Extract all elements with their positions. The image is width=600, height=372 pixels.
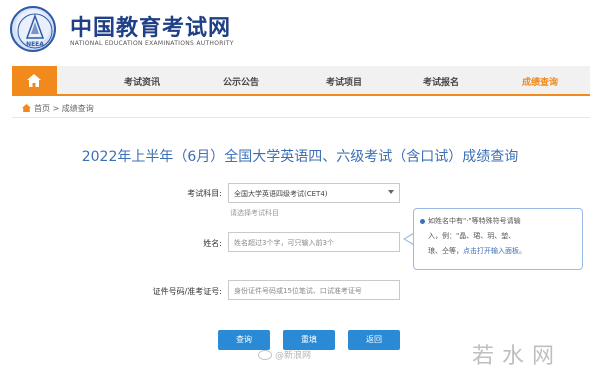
back-button[interactable]: 返回 bbox=[348, 330, 400, 350]
site-header: NEEA 中国教育考试网 NATIONAL EDUCATION EXAMINAT… bbox=[0, 0, 600, 62]
reset-button[interactable]: 重填 bbox=[283, 330, 335, 350]
tooltip-line-3-text: 琅、仝等， bbox=[428, 247, 463, 255]
id-number-input[interactable]: 身份证件号码或15位笔试、口试准考证号 bbox=[228, 280, 400, 300]
weibo-logo-icon bbox=[258, 350, 272, 360]
breadcrumb-home-link[interactable]: 首页 bbox=[34, 104, 50, 113]
breadcrumb-current: 成绩查询 bbox=[61, 104, 94, 113]
subject-hint: 请选择考试科目 bbox=[230, 209, 279, 217]
breadcrumb: 首页 > 成绩查询 bbox=[22, 103, 94, 114]
chevron-down-icon bbox=[388, 190, 394, 194]
nav-item-exam-programs[interactable]: 考试项目 bbox=[326, 75, 362, 88]
subject-select-value: 全国大学英语四级考试(CET4) bbox=[234, 190, 328, 198]
subject-select[interactable]: 全国大学英语四级考试(CET4) bbox=[228, 183, 400, 203]
id-number-input-placeholder: 身份证件号码或15位笔试、口试准考证号 bbox=[234, 287, 362, 295]
nav-item-news[interactable]: 考试资讯 bbox=[124, 75, 160, 88]
tooltip-line-2: 入，例："晶、珺、玥、堃、 bbox=[428, 232, 516, 240]
weibo-watermark-text: @新浪网 bbox=[275, 351, 312, 361]
name-input[interactable]: 姓名超过3个字，可只输入前3个 bbox=[228, 232, 400, 252]
nav-item-score-query[interactable]: 成绩查询 bbox=[522, 75, 558, 88]
tooltip-line-1: 如姓名中有"·"等特殊符号请输 bbox=[428, 217, 521, 225]
query-button[interactable]: 查询 bbox=[218, 330, 270, 350]
neea-logo[interactable]: NEEA bbox=[10, 6, 56, 52]
logo-emblem-icon: NEEA bbox=[17, 13, 53, 49]
id-number-label: 证件号码/准考证号: bbox=[152, 287, 222, 296]
site-title[interactable]: 中国教育考试网 bbox=[70, 10, 231, 42]
nav-item-announcements[interactable]: 公示公告 bbox=[223, 75, 259, 88]
page: NEEA 中国教育考试网 NATIONAL EDUCATION EXAMINAT… bbox=[0, 0, 600, 372]
breadcrumb-home-icon bbox=[22, 104, 31, 112]
special-char-tooltip: 如姓名中有"·"等特殊符号请输 入，例："晶、珺、玥、堃、 琅、仝等，点击打开输… bbox=[413, 208, 583, 270]
nav-item-registration[interactable]: 考试报名 bbox=[423, 75, 459, 88]
page-title: 2022年上半年（6月）全国大学英语四、六级考试（含口试）成绩查询 bbox=[81, 149, 519, 165]
main-nav: 考试资讯 公示公告 考试项目 考试报名 成绩查询 bbox=[12, 66, 590, 96]
name-label: 姓名: bbox=[203, 239, 222, 248]
subject-label: 考试科目: bbox=[187, 189, 222, 198]
corner-watermark: 若水网 bbox=[472, 344, 563, 369]
name-input-placeholder: 姓名超过3个字，可只输入前3个 bbox=[234, 239, 334, 247]
nav-home-button[interactable] bbox=[12, 66, 57, 96]
breadcrumb-separator: > bbox=[52, 104, 60, 113]
open-input-panel-link[interactable]: 点击打开输入面板。 bbox=[463, 247, 526, 255]
info-bullet-icon bbox=[420, 219, 425, 224]
logo-text: NEEA bbox=[26, 41, 44, 48]
weibo-watermark: @新浪网 bbox=[258, 348, 311, 361]
tooltip-line-3: 琅、仝等，点击打开输入面板。 bbox=[428, 244, 574, 259]
site-subtitle: NATIONAL EDUCATION EXAMINATIONS AUTHORIT… bbox=[70, 40, 234, 47]
home-icon bbox=[27, 74, 41, 87]
breadcrumb-divider bbox=[12, 117, 590, 118]
